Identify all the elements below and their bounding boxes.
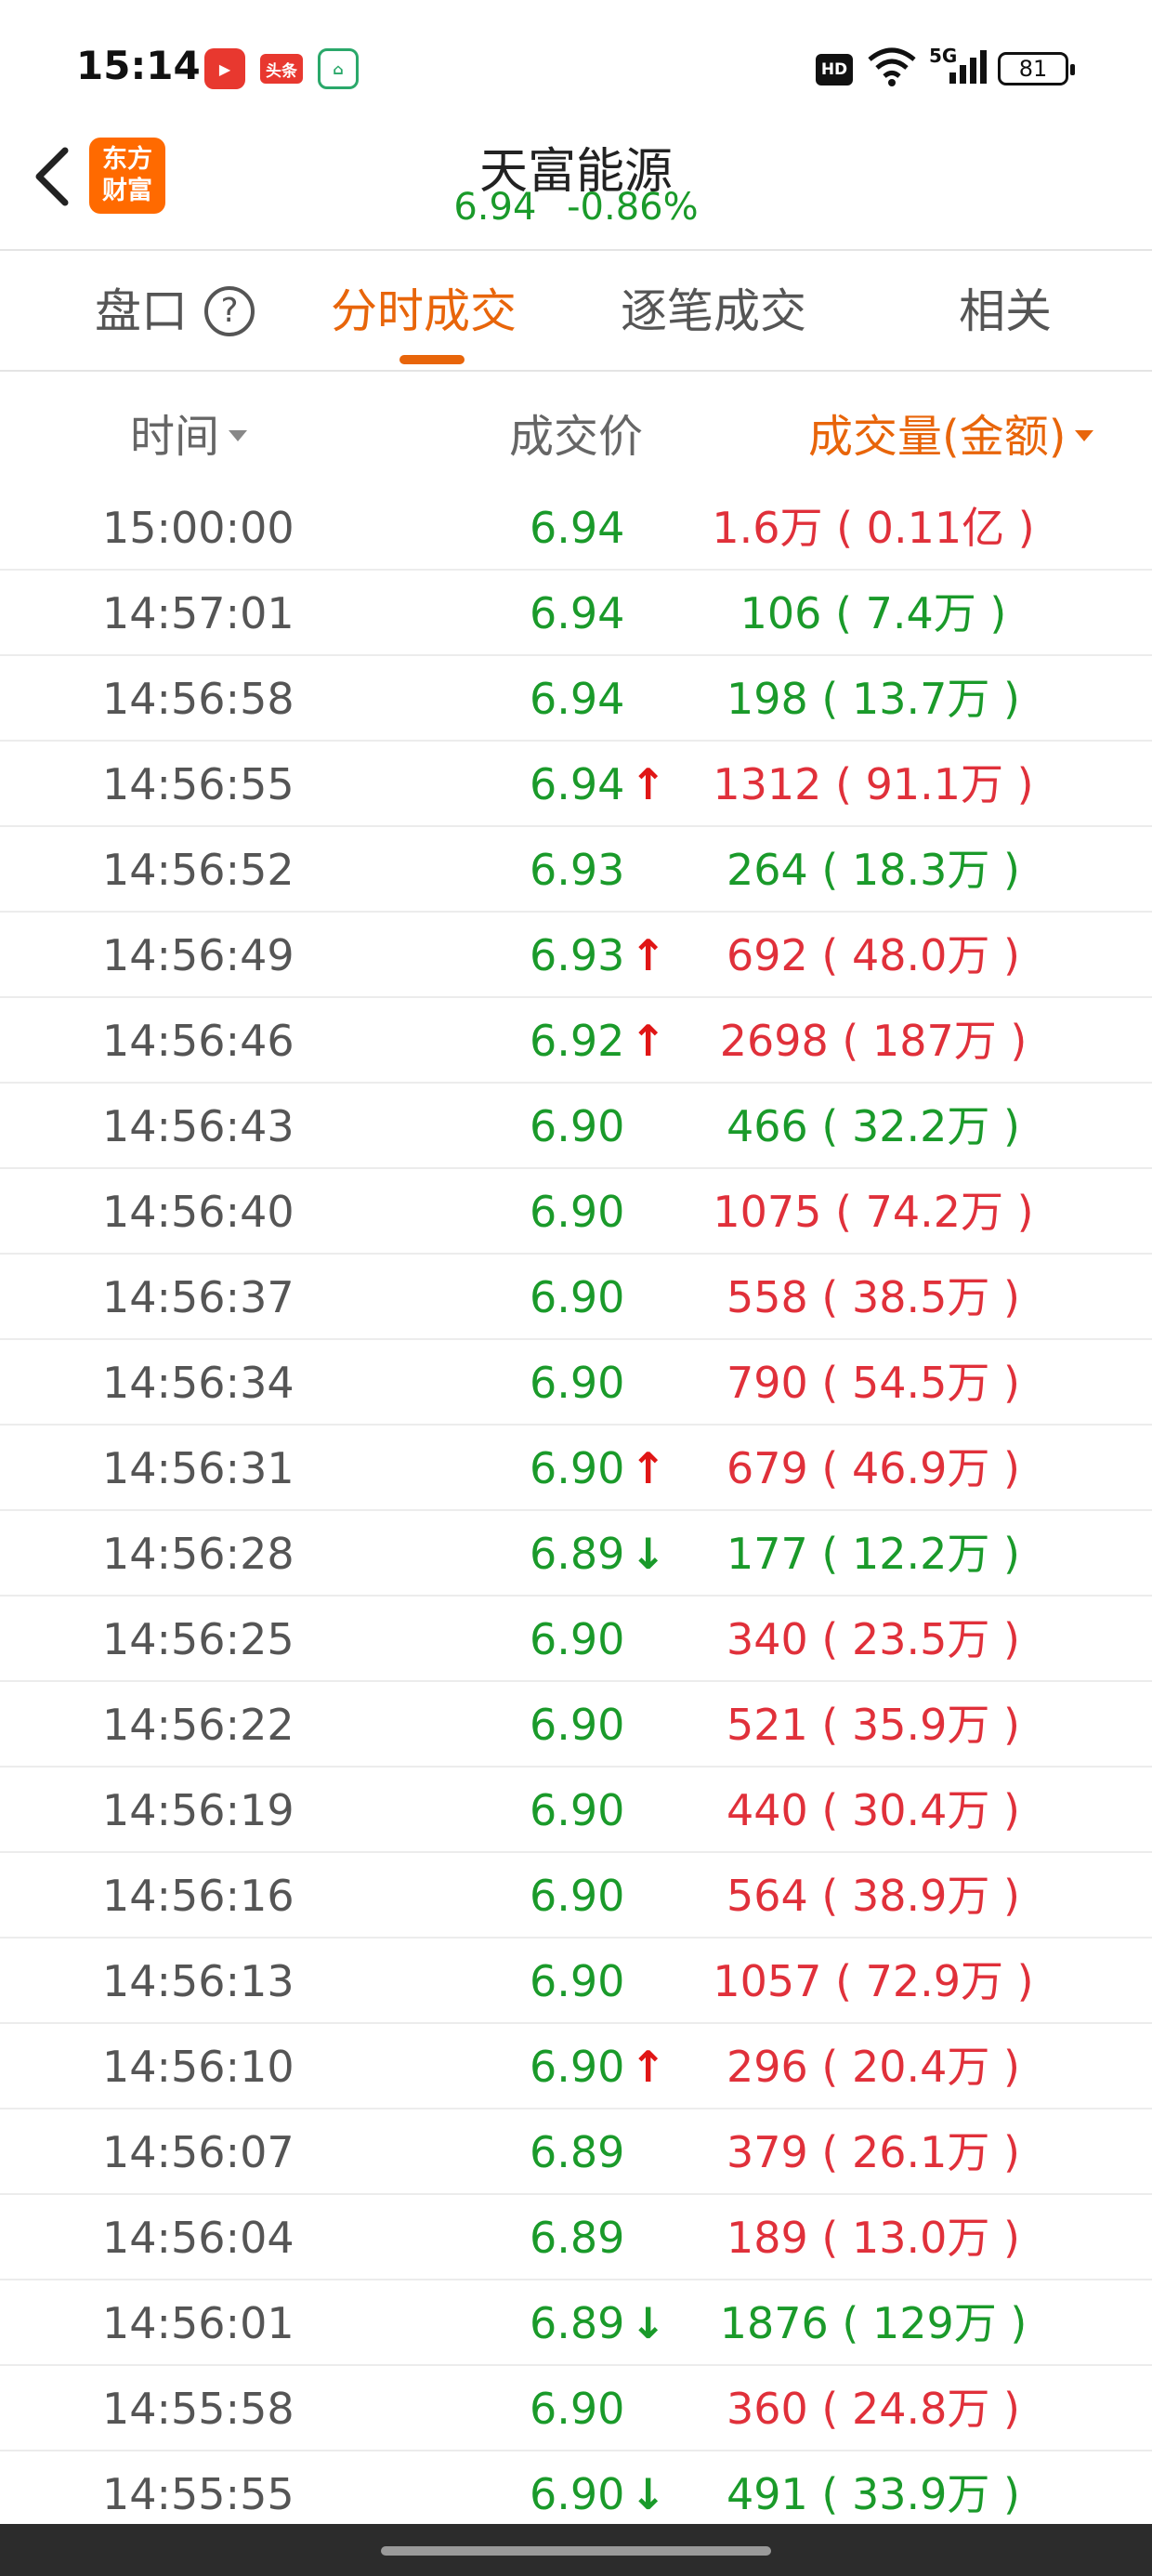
price-change: 6.94 -0.86%: [0, 186, 1152, 229]
trade-volume: 558 ( 38.5万 ): [727, 1272, 1020, 1322]
table-row: 14:56:52 6.93 264 ( 18.3万 ): [0, 827, 1152, 913]
trade-volume: 466 ( 32.2万 ): [727, 1101, 1020, 1151]
table-row: 14:56:49 6.93 ↑ 692 ( 48.0万 ): [0, 913, 1152, 998]
column-headers: 时间 成交价 成交量(金额): [0, 400, 1152, 465]
status-bar: 15:14 ▶ 头条 ⌂ HD 5G 81: [0, 0, 1152, 121]
trade-volume: 340 ( 23.5万 ): [727, 1614, 1020, 1664]
tabs-divider: [0, 370, 1152, 372]
battery-icon: 81: [998, 52, 1075, 85]
trade-volume: 1312 ( 91.1万 ): [713, 759, 1034, 809]
table-row: 14:56:37 6.90 558 ( 38.5万 ): [0, 1255, 1152, 1340]
tab-order-book[interactable]: 盘口?: [95, 279, 255, 344]
status-time: 15:14: [76, 43, 201, 88]
tab-related[interactable]: 相关: [959, 279, 1052, 344]
table-row: 14:56:40 6.90 1075 ( 74.2万 ): [0, 1169, 1152, 1255]
trade-volume: 296 ( 20.4万 ): [727, 2042, 1020, 2092]
trade-volume: 521 ( 35.9万 ): [727, 1700, 1020, 1750]
table-row: 14:56:22 6.90 521 ( 35.9万 ): [0, 1682, 1152, 1768]
stock-header: 东方 财富 天富能源 6.94 -0.86%: [0, 121, 1152, 249]
table-row: 14:57:01 6.94 106 ( 7.4万 ): [0, 571, 1152, 656]
change-percent: -0.86%: [567, 186, 699, 229]
table-row: 14:56:25 6.90 340 ( 23.5万 ): [0, 1597, 1152, 1682]
trade-volume: 264 ( 18.3万 ): [727, 845, 1020, 895]
table-row: 14:56:04 6.89 189 ( 13.0万 ): [0, 2195, 1152, 2280]
table-row: 14:56:58 6.94 198 ( 13.7万 ): [0, 656, 1152, 742]
trade-volume: 440 ( 30.4万 ): [727, 1785, 1020, 1835]
column-volume-sort[interactable]: 成交量(金额): [808, 400, 1094, 465]
wifi-icon: [868, 47, 916, 86]
table-row: 14:56:01 6.89 ↓ 1876 ( 129万 ): [0, 2280, 1152, 2366]
trade-list[interactable]: 15:00:00 6.94 1.6万 ( 0.11亿 ) 14:57:01 6.94 10…: [0, 485, 1152, 2537]
table-row: 14:56:10 6.90 ↑ 296 ( 20.4万 ): [0, 2024, 1152, 2109]
trade-volume: 1057 ( 72.9万 ): [713, 1956, 1034, 2006]
trade-volume: 2698 ( 187万 ): [719, 1016, 1028, 1066]
trade-volume: 360 ( 24.8万 ): [727, 2384, 1020, 2434]
hd-icon: HD: [816, 54, 853, 85]
trade-volume: 679 ( 46.9万 ): [727, 1443, 1020, 1493]
tab-time-trades[interactable]: 分时成交: [331, 279, 517, 344]
signal-icon: [949, 50, 987, 84]
trade-volume: 189 ( 13.0万 ): [727, 2213, 1020, 2263]
video-app-icon: ▶: [204, 48, 245, 89]
trade-detail-page: 15:14 ▶ 头条 ⌂ HD 5G 81 东方 财富 天富能源 6.94 -0…: [0, 0, 1152, 2576]
table-row: 14:56:28 6.89 ↓ 177 ( 12.2万 ): [0, 1511, 1152, 1597]
home-gesture-handle[interactable]: [381, 2546, 771, 2556]
table-row: 14:56:34 6.90 790 ( 54.5万 ): [0, 1340, 1152, 1426]
table-row: 14:56:13 6.90 1057 ( 72.9万 ): [0, 1939, 1152, 2024]
tab-bar: 盘口? 分时成交 逐笔成交 相关: [0, 251, 1152, 370]
active-tab-indicator: [399, 355, 465, 364]
trade-volume: 1.6万 ( 0.11亿 ): [712, 503, 1035, 553]
table-row: 14:55:58 6.90 360 ( 24.8万 ): [0, 2366, 1152, 2451]
table-row: 14:56:19 6.90 440 ( 30.4万 ): [0, 1768, 1152, 1853]
trade-volume: 106 ( 7.4万 ): [740, 588, 1007, 638]
table-row: 14:56:16 6.90 564 ( 38.9万 ): [0, 1853, 1152, 1939]
trade-volume: 177 ( 12.2万 ): [727, 1529, 1020, 1579]
table-row: 14:56:07 6.89 379 ( 26.1万 ): [0, 2109, 1152, 2195]
trade-volume: 1876 ( 129万 ): [719, 2298, 1028, 2348]
column-volume-label: 成交量(金额): [808, 411, 1067, 463]
navigation-bar: [0, 2524, 1152, 2576]
table-row: 14:56:55 6.94 ↑ 1312 ( 91.1万 ): [0, 742, 1152, 827]
trade-volume: 1075 ( 74.2万 ): [713, 1187, 1034, 1237]
toutiao-icon: 头条: [260, 54, 303, 84]
table-row: 14:56:31 6.90 ↑ 679 ( 46.9万 ): [0, 1426, 1152, 1511]
tab-order-book-label: 盘口: [95, 284, 188, 338]
table-row: 14:56:43 6.90 466 ( 32.2万 ): [0, 1084, 1152, 1169]
sort-down-icon: [1075, 430, 1094, 441]
trade-volume: 564 ( 38.9万 ): [727, 1871, 1020, 1921]
tab-tick-trades[interactable]: 逐笔成交: [621, 279, 806, 344]
table-row: 15:00:00 6.94 1.6万 ( 0.11亿 ): [0, 485, 1152, 571]
trade-volume: 198 ( 13.7万 ): [727, 674, 1020, 724]
trade-volume: 790 ( 54.5万 ): [727, 1358, 1020, 1408]
trade-volume: 379 ( 26.1万 ): [727, 2127, 1020, 2177]
current-price: 6.94: [453, 186, 537, 229]
trade-volume: 692 ( 48.0万 ): [727, 930, 1020, 980]
table-row: 14:56:46 6.92 ↑ 2698 ( 187万 ): [0, 998, 1152, 1084]
home-app-icon: ⌂: [318, 48, 359, 89]
help-icon[interactable]: ?: [204, 285, 255, 336]
